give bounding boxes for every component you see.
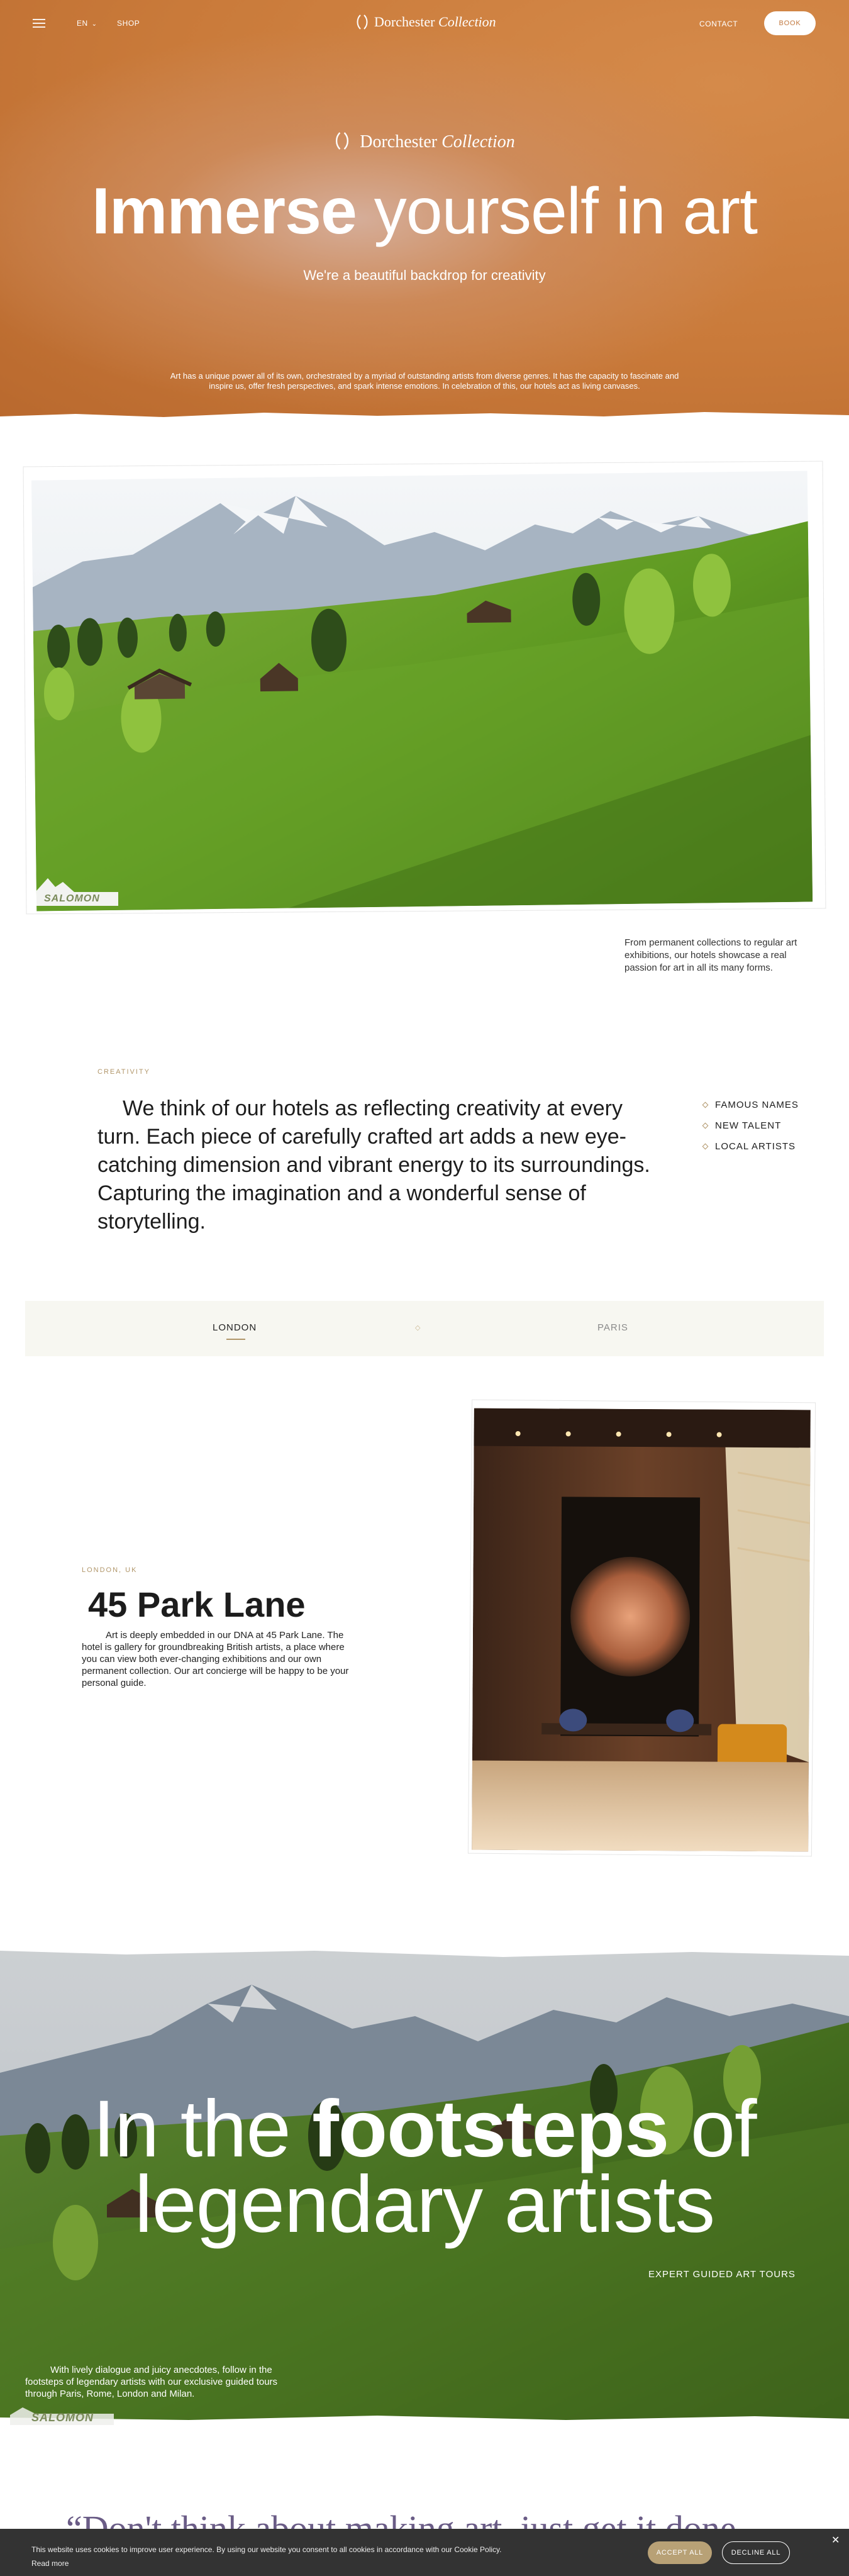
bullet-label: LOCAL ARTISTS xyxy=(715,1141,796,1152)
hero-logo-primary: Dorchester xyxy=(360,132,438,152)
hero-title-bold: Immerse xyxy=(92,175,357,248)
bullet-local-artists[interactable]: LOCAL ARTISTS xyxy=(702,1141,799,1152)
diamond-bullet-icon xyxy=(702,1143,709,1150)
creativity-eyebrow: CREATIVITY xyxy=(97,1068,150,1076)
park-lane-title: 45 Park Lane xyxy=(88,1585,306,1624)
dorchester-logo-icon xyxy=(357,14,368,30)
tab-label: PARIS xyxy=(597,1322,628,1333)
hero-description: Art has a unique power all of its own, o… xyxy=(170,371,679,391)
torn-paper-edge xyxy=(0,412,849,420)
diamond-bullet-icon xyxy=(702,1101,709,1108)
hero-subtitle: We're a beautiful backdrop for creativit… xyxy=(303,267,546,283)
cookie-banner: This website uses cookies to improve use… xyxy=(0,2529,849,2576)
top-navigation: EN ⌄ SHOP Dorchester Collection CONTACT B… xyxy=(0,0,849,47)
hero-section: EN ⌄ SHOP Dorchester Collection CONTACT B… xyxy=(0,0,849,420)
hamburger-menu-icon[interactable] xyxy=(33,19,45,28)
gallery-frame: SALOMON xyxy=(23,461,826,914)
brand-logo[interactable]: Dorchester Collection xyxy=(355,14,496,30)
read-more-link[interactable]: Read more xyxy=(31,2556,501,2570)
creativity-quote: We think of our hotels as reflecting cre… xyxy=(97,1096,650,1234)
salomon-watermark: SALOMON xyxy=(44,893,100,904)
footsteps-description: With lively dialogue and juicy anecdotes… xyxy=(25,2365,278,2399)
decline-all-button[interactable]: DECLINE ALL xyxy=(722,2541,790,2564)
hero-logo-italic: Collection xyxy=(441,132,515,152)
mountain-scene xyxy=(31,471,813,912)
logo-primary-text: Dorchester xyxy=(374,14,435,30)
cookie-text: This website uses cookies to improve use… xyxy=(31,2545,502,2554)
tab-label: LONDON xyxy=(213,1322,257,1333)
chevron-down-icon: ⌄ xyxy=(91,21,97,28)
hero-title: Immerse yourself in art xyxy=(0,179,849,244)
park-lane-description: Art is deeply embedded in our DNA at 45 … xyxy=(82,1630,349,1688)
diamond-separator-icon: ◇ xyxy=(415,1324,421,1332)
bullet-famous-names[interactable]: FAMOUS NAMES xyxy=(702,1100,799,1110)
hotel-lobby-image xyxy=(472,1408,811,1852)
cookie-message: This website uses cookies to improve use… xyxy=(31,2543,501,2570)
park-lane-eyebrow: LONDON, UK xyxy=(82,1566,138,1574)
bullet-label: FAMOUS NAMES xyxy=(715,1100,799,1110)
footsteps-title: In the footsteps of legendary artists xyxy=(0,2089,849,2245)
creativity-bullets: FAMOUS NAMES NEW TALENT LOCAL ARTISTS xyxy=(702,1100,799,1162)
accept-all-button[interactable]: ACCEPT ALL xyxy=(648,2541,712,2564)
gallery-caption: From permanent collections to regular ar… xyxy=(624,937,797,973)
bullet-label: NEW TALENT xyxy=(715,1120,782,1131)
mountain-landscape-image xyxy=(31,471,813,912)
language-label: EN xyxy=(77,19,88,28)
book-button[interactable]: BOOK xyxy=(764,11,816,35)
tab-london[interactable]: LONDON xyxy=(213,1322,257,1340)
footsteps-section: In the footsteps of legendary artists EX… xyxy=(0,1947,849,2425)
shop-link[interactable]: SHOP xyxy=(117,19,140,28)
lobby-scene xyxy=(472,1408,811,1852)
contact-link[interactable]: CONTACT xyxy=(699,20,738,28)
guided-art-tours-link[interactable]: EXPERT GUIDED ART TOURS xyxy=(648,2269,796,2280)
lobby-frame xyxy=(468,1400,816,1856)
logo-italic-text: Collection xyxy=(438,14,496,30)
bullet-new-talent[interactable]: NEW TALENT xyxy=(702,1120,799,1131)
tab-paris[interactable]: PARIS xyxy=(597,1322,628,1333)
dorchester-logo-icon xyxy=(336,132,349,150)
hero-logo: Dorchester Collection xyxy=(0,131,849,152)
close-icon[interactable]: ✕ xyxy=(831,2534,840,2546)
salomon-badge: SALOMON xyxy=(10,2406,114,2425)
city-tabs: LONDON ◇ PARIS xyxy=(25,1301,824,1356)
hero-title-light: yourself in art xyxy=(356,175,758,248)
footsteps-title-line2: legendary artists xyxy=(134,2160,715,2250)
salomon-watermark: SALOMON xyxy=(31,2411,94,2424)
diamond-bullet-icon xyxy=(702,1122,709,1129)
active-tab-underline xyxy=(226,1339,245,1340)
language-selector[interactable]: EN ⌄ xyxy=(77,19,97,28)
